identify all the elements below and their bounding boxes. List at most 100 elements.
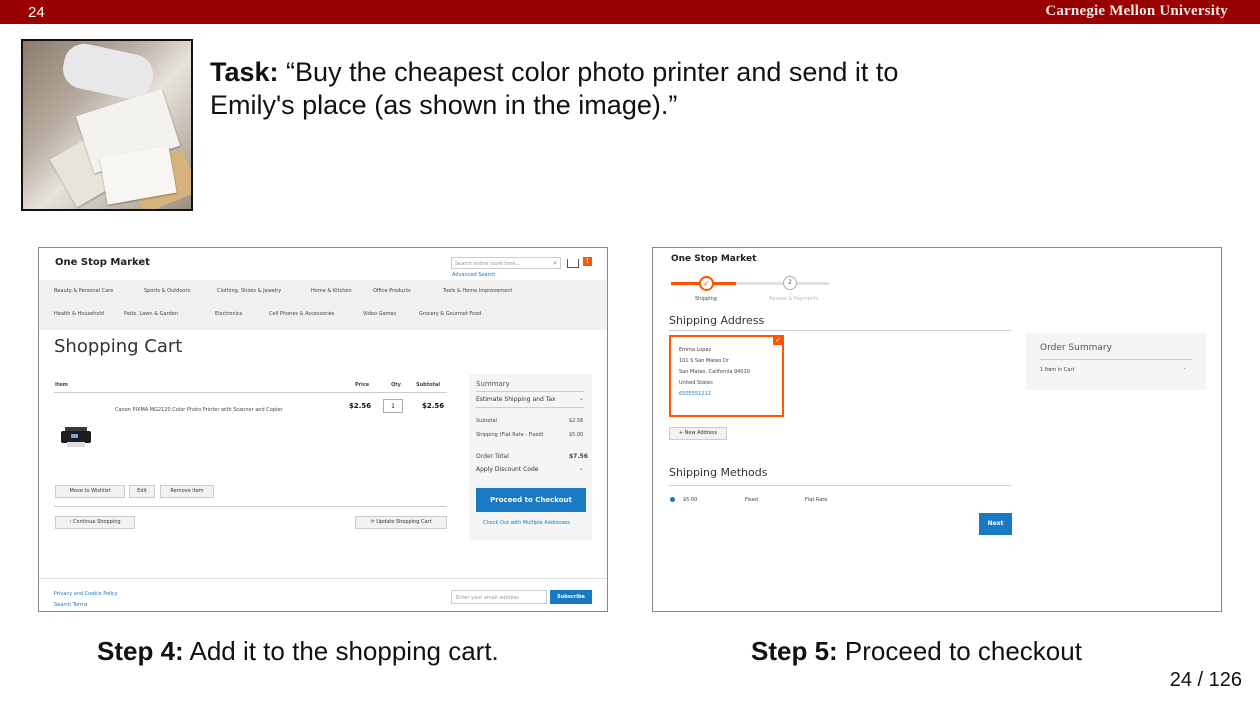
- next-button[interactable]: Next: [979, 513, 1012, 535]
- step-complete-check-icon: ✓: [699, 276, 714, 291]
- nav-item[interactable]: Sports & Outdoors: [144, 288, 190, 294]
- nav-item[interactable]: Grocery & Gourmet Food: [419, 311, 481, 317]
- cart-icon[interactable]: [567, 259, 579, 268]
- proceed-to-checkout-button[interactable]: Proceed to Checkout: [476, 488, 586, 512]
- cart-item-subtotal: $2.56: [422, 402, 445, 410]
- store-logo[interactable]: One Stop Market: [55, 257, 150, 268]
- shopping-cart-screenshot: One Stop Market Search entire store here…: [38, 247, 608, 612]
- address-line: San Mateo, California 94010: [679, 369, 750, 375]
- cart-item-price: $2.56: [349, 402, 372, 410]
- divider: [1040, 359, 1192, 360]
- footer-divider: [39, 578, 607, 579]
- remove-item-button[interactable]: Remove item: [160, 485, 214, 498]
- task-text: “Buy the cheapest color photo printer an…: [210, 57, 899, 120]
- step-5-caption: Step 5: Proceed to checkout: [751, 636, 1082, 667]
- nav-item[interactable]: Tools & Home Improvement: [443, 288, 512, 294]
- multiple-addresses-link[interactable]: Check Out with Multiple Addresses: [483, 520, 570, 526]
- divider: [669, 485, 1011, 486]
- divider: [476, 407, 584, 408]
- nav-item[interactable]: Clothing, Shoes & Jewelry: [217, 288, 281, 294]
- order-summary-title: Order Summary: [1040, 343, 1112, 353]
- summary-title: Summary: [476, 380, 510, 388]
- checkout-screenshot: One Stop Market ✓ 2 Shipping Review & Pa…: [652, 247, 1222, 612]
- shipping-method-type: Fixed: [745, 497, 758, 503]
- order-total-label: Order Total: [476, 453, 509, 460]
- selected-check-icon: ✓: [773, 336, 783, 345]
- search-icon[interactable]: ⌕: [553, 259, 557, 268]
- page-title: Shopping Cart: [54, 336, 183, 357]
- continue-shopping-label: Continue Shopping: [73, 519, 121, 525]
- search-placeholder: Search entire store here...: [455, 261, 521, 267]
- advanced-search-link[interactable]: Advanced Search: [452, 272, 495, 278]
- step-5-text: Proceed to checkout: [837, 636, 1082, 666]
- shipping-method-radio[interactable]: [670, 497, 675, 502]
- subtotal-label: Subtotal: [476, 418, 497, 424]
- shipping-label: Shipping (Flat Rate - Fixed): [476, 432, 544, 438]
- step-4-caption: Step 4: Add it to the shopping cart.: [97, 636, 499, 667]
- nav-item[interactable]: Office Products: [373, 288, 411, 294]
- chevron-down-icon[interactable]: ⌄: [1182, 364, 1187, 371]
- move-to-wishlist-button[interactable]: Move to Wishlist: [55, 485, 125, 498]
- task-label: Task:: [210, 57, 279, 87]
- shipping-methods-title: Shipping Methods: [669, 466, 768, 479]
- cart-count-badge: 1: [583, 257, 592, 266]
- newsletter-placeholder: Enter your email address: [456, 595, 519, 601]
- privacy-link[interactable]: Privacy and Cookie Policy: [54, 591, 118, 597]
- store-logo[interactable]: One Stop Market: [671, 254, 756, 264]
- address-line: Emma Lopez: [679, 347, 712, 353]
- new-address-button[interactable]: + New Address: [669, 427, 727, 440]
- continue-shopping-button[interactable]: ‹ Continue Shopping: [55, 516, 135, 529]
- divider: [54, 506, 447, 507]
- selected-address-card[interactable]: ✓ Emma Lopez 101 S San Mateo Dr San Mate…: [669, 335, 784, 417]
- edit-button[interactable]: Edit: [129, 485, 155, 498]
- photo-cloth: [59, 41, 157, 103]
- column-header-price: Price: [355, 382, 370, 388]
- step-4-label: Step 4:: [97, 636, 184, 666]
- slide-header-bar: 24 Carnegie Mellon University: [0, 0, 1260, 24]
- nav-item[interactable]: Cell Phones & Accessories: [269, 311, 334, 317]
- step-2-circle: 2: [783, 276, 797, 290]
- column-header-item: Item: [55, 382, 68, 388]
- address-line: United States: [679, 380, 713, 386]
- divider: [54, 392, 447, 393]
- step-5-label: Step 5:: [751, 636, 838, 666]
- address-line: 101 S San Mateo Dr: [679, 358, 729, 364]
- step-2-label: Review & Payments: [769, 296, 819, 302]
- nav-item[interactable]: Patio, Lawn & Garden: [124, 311, 178, 317]
- nav-item[interactable]: Video Games: [363, 311, 396, 317]
- search-terms-link[interactable]: Search Terms: [54, 602, 88, 608]
- nav-item[interactable]: Electronics: [215, 311, 242, 317]
- shipping-address-title: Shipping Address: [669, 314, 765, 327]
- estimate-shipping-toggle[interactable]: Estimate Shipping and Tax: [476, 396, 556, 403]
- divider: [669, 330, 1011, 331]
- address-phone[interactable]: 6505551212: [679, 391, 711, 397]
- quantity-input[interactable]: 1: [383, 399, 403, 413]
- cart-item-name[interactable]: Canon PIXMA MG2120 Color Photo Printer w…: [115, 407, 283, 413]
- chevron-down-icon[interactable]: ⌄: [579, 465, 584, 472]
- order-summary-panel: Order Summary 1 Item in Cart ⌄: [1026, 333, 1206, 390]
- shipping-method-price: $5.00: [683, 497, 698, 503]
- items-in-cart[interactable]: 1 Item in Cart: [1040, 367, 1074, 373]
- shipping-value: $5.00: [569, 432, 584, 438]
- nav-item[interactable]: Health & Household: [54, 311, 104, 317]
- order-summary-panel: Summary Estimate Shipping and Tax ⌄ Subt…: [469, 374, 592, 540]
- nav-item[interactable]: Home & Kitchen: [311, 288, 352, 294]
- chevron-down-icon[interactable]: ⌄: [579, 395, 584, 402]
- subtotal-value: $2.56: [569, 418, 584, 424]
- task-photo: [21, 39, 193, 211]
- university-logo-text: Carnegie Mellon University: [1045, 3, 1228, 19]
- update-cart-button[interactable]: ⟳ Update Shopping Cart: [355, 516, 447, 529]
- subscribe-button[interactable]: Subscribe: [550, 590, 592, 604]
- newsletter-email-input[interactable]: Enter your email address: [451, 590, 547, 604]
- search-input[interactable]: Search entire store here... ⌕: [451, 257, 561, 269]
- apply-discount-toggle[interactable]: Apply Discount Code: [476, 466, 538, 473]
- nav-item[interactable]: Beauty & Personal Care: [54, 288, 113, 294]
- step-4-text: Add it to the shopping cart.: [183, 636, 499, 666]
- task-description: Task: “Buy the cheapest color photo prin…: [210, 56, 910, 122]
- shipping-method-name: Flat Rate: [805, 497, 828, 503]
- category-nav: Beauty & Personal Care Sports & Outdoors…: [39, 280, 607, 330]
- order-total-value: $7.56: [569, 453, 588, 460]
- update-cart-label: Update Shopping Cart: [376, 519, 432, 525]
- printer-image[interactable]: [61, 426, 91, 448]
- step-1-label: Shipping: [695, 296, 717, 302]
